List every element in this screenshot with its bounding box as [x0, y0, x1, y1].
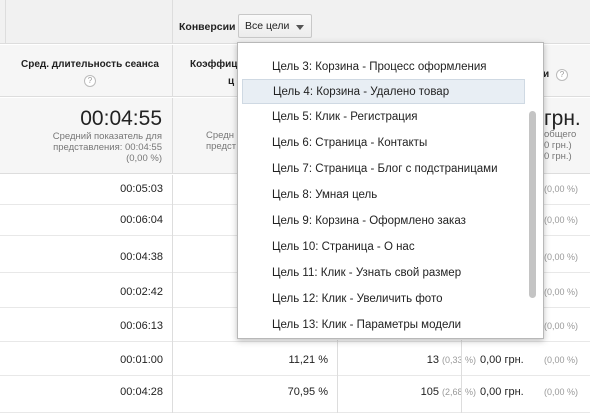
dropdown-item-goal-12[interactable]: Цель 12: Клик - Увеличить фото	[242, 287, 525, 312]
dropdown-item-goal-9[interactable]: Цель 9: Корзина - Оформлено заказ	[242, 209, 525, 234]
column-title: Коэффиц	[190, 59, 238, 70]
cell-avg-session: 00:06:04	[120, 214, 163, 226]
column-divider	[461, 340, 462, 413]
column-title: Сред. длительность сеанса	[21, 59, 159, 70]
summary-sub-line: Средн	[206, 130, 235, 141]
cell-value-pct: (0,00 %)	[544, 184, 579, 194]
column-divider	[172, 175, 173, 413]
column-divider	[172, 45, 173, 97]
cell-conversions-pct: (2,68 %)	[442, 387, 477, 397]
dropdown-item-goal-13[interactable]: Цель 13: Клик - Параметры модели	[242, 313, 525, 338]
summary-sub-line: Средний показатель для	[52, 131, 162, 142]
caret-down-icon	[296, 25, 304, 30]
summary-avg-session-sub: Средний показатель для представления: 00…	[53, 131, 162, 164]
cell-conversions-pct: (0,33 %)	[442, 355, 477, 365]
cell-value-pct: (0,00 %)	[544, 387, 579, 397]
cell-value: 0,00 грн.	[480, 386, 524, 398]
cell-conversion-rate: 11,21 %	[288, 354, 328, 366]
column-divider	[172, 98, 173, 174]
summary-sub-line: предст	[206, 141, 237, 152]
cell-conversions: 105	[420, 386, 439, 398]
cell-value-pct: (0,00 %)	[544, 355, 579, 365]
summary-sub-line: 0 грн.)	[544, 140, 572, 151]
cell-value-pct: (0,00 %)	[544, 321, 579, 331]
column-header-avg-session[interactable]: Сред. длительность сеанса ?	[12, 59, 168, 87]
cell-value: 0,00 грн.	[480, 354, 524, 366]
toolbar-divider	[172, 0, 173, 44]
cell-conversions: 13	[426, 354, 439, 366]
conversions-select[interactable]: Все цели	[238, 14, 312, 38]
summary-rate-sub: Средн предст	[206, 130, 236, 152]
cell-avg-session: 00:04:28	[120, 386, 163, 398]
cell-value-pct: (0,00 %)	[544, 252, 579, 262]
cell-value-pct: (0,00 %)	[544, 215, 579, 225]
summary-value-big: грн.	[544, 107, 581, 130]
table-row: 00:04:28 70,95 % 105 (2,68 %) 0,00 грн. …	[0, 377, 590, 413]
column-header-value[interactable]: и ?	[543, 69, 583, 81]
summary-sub-line: представления: 00:04:55	[53, 142, 162, 153]
dropdown-item-goal-10[interactable]: Цель 10: Страница - О нас	[242, 235, 525, 260]
dropdown-item-goal-7[interactable]: Цель 7: Страница - Блог с подстраницами	[242, 157, 525, 182]
conversions-label: Конверсии	[179, 21, 236, 33]
dropdown-scrollbar[interactable]	[529, 111, 536, 298]
cell-value-pct: (0,00 %)	[544, 287, 579, 297]
dropdown-item-goal-6[interactable]: Цель 6: Страница - Контакты	[242, 131, 525, 156]
question-mark-icon[interactable]: ?	[555, 69, 568, 81]
summary-sub-line: 0 грн.)	[544, 151, 572, 162]
cell-conversion-rate: 70,95 %	[287, 386, 328, 398]
cell-avg-session: 00:02:42	[120, 286, 163, 298]
conversions-toolbar: Конверсии Все цели	[0, 0, 590, 44]
summary-value-sub: общего 0 грн.) 0 грн.)	[544, 129, 576, 162]
conversions-select-value: Все цели	[245, 20, 290, 32]
toolbar-divider	[0, 0, 6, 44]
column-title: ц	[228, 76, 235, 87]
dropdown-item-goal-8[interactable]: Цель 8: Умная цель	[242, 183, 525, 208]
column-divider	[337, 340, 338, 413]
goals-dropdown-menu[interactable]: Цель 3: Корзина - Процесс оформления Цел…	[237, 42, 544, 339]
question-mark-icon[interactable]: ?	[84, 75, 96, 87]
column-header-conversion-rate[interactable]: Коэффиц ц	[190, 59, 240, 87]
summary-avg-session: 00:04:55	[80, 107, 162, 130]
dropdown-item-goal-4[interactable]: Цель 4: Корзина - Удалено товар	[242, 79, 525, 104]
table-row: 00:01:00 11,21 % 13 (0,33 %) 0,00 грн. (…	[0, 346, 590, 376]
dropdown-item-goal-5[interactable]: Цель 5: Клик - Регистрация	[242, 105, 525, 130]
dropdown-item-goal-3[interactable]: Цель 3: Корзина - Процесс оформления	[242, 55, 525, 80]
cell-avg-session: 00:05:03	[120, 183, 163, 195]
cell-avg-session: 00:04:38	[120, 251, 163, 263]
dropdown-item-goal-11[interactable]: Цель 11: Клик - Узнать свой размер	[242, 261, 525, 286]
summary-sub-line: (0,00 %)	[126, 153, 162, 164]
cell-avg-session: 00:01:00	[120, 354, 163, 366]
cell-avg-session: 00:06:13	[120, 320, 163, 332]
summary-sub-line: общего	[544, 129, 577, 140]
